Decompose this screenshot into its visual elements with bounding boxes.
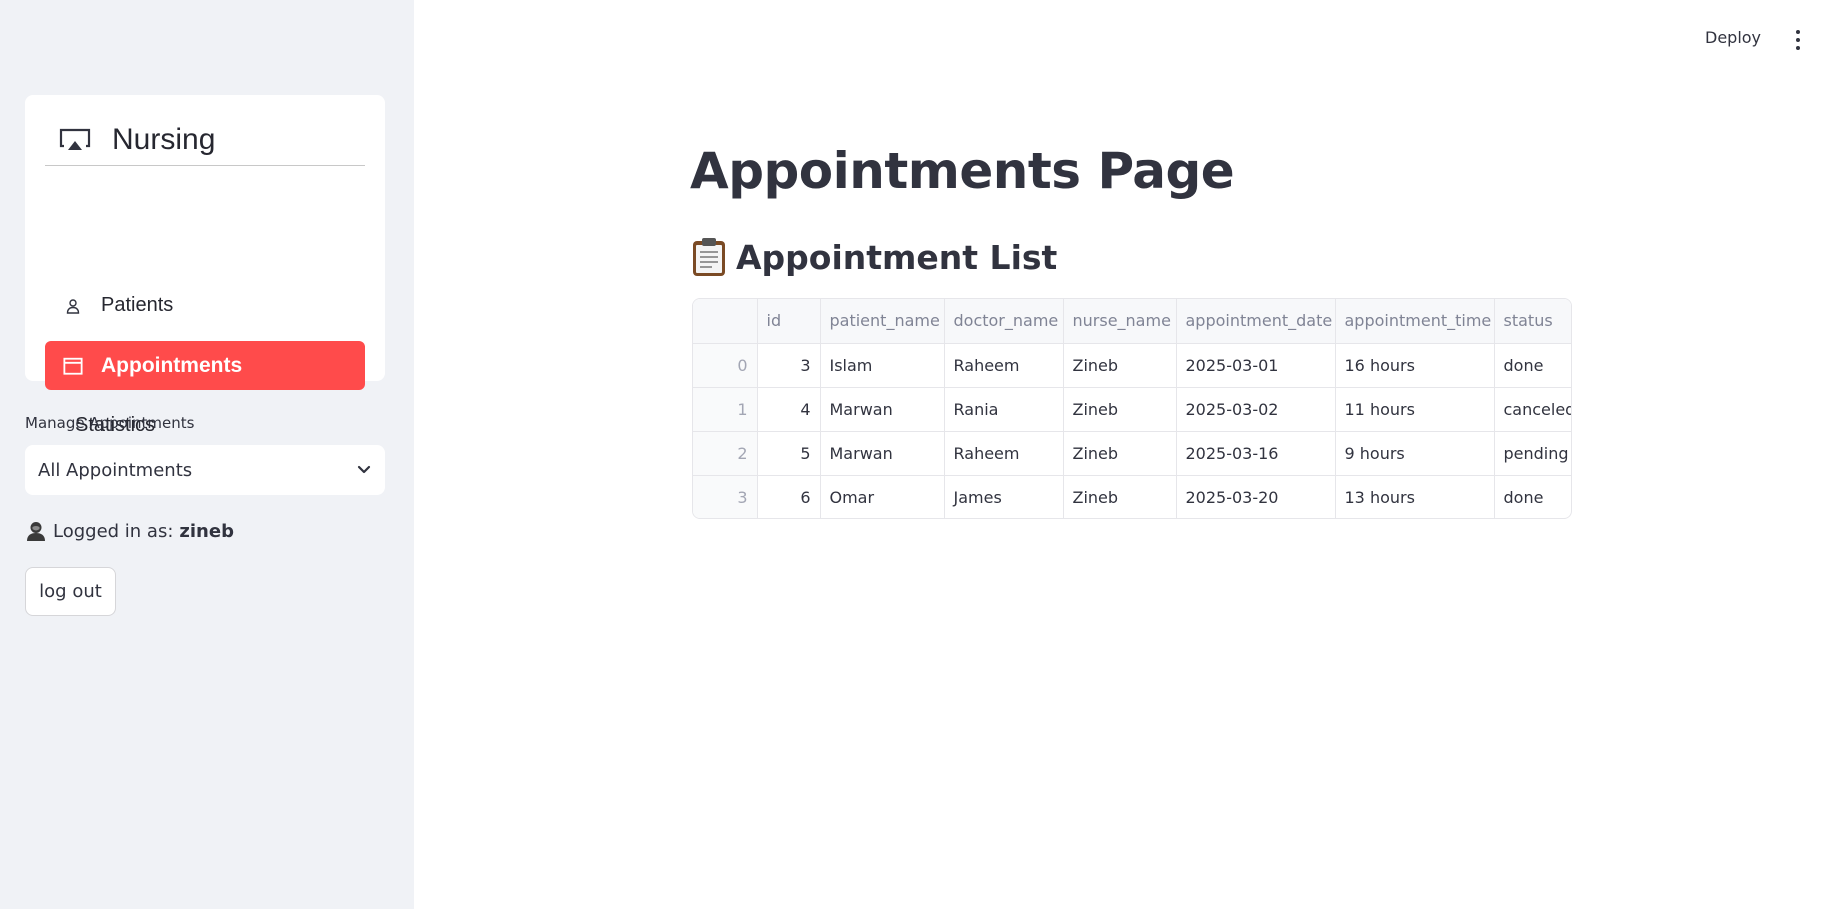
column-header-nurse-name[interactable]: nurse_name [1063,299,1177,344]
column-header-status[interactable]: status [1494,299,1571,344]
page-title: Appointments Page [690,142,1235,200]
cell-id[interactable]: 3 [757,343,821,388]
logged-in-prefix: Logged in as: [53,520,174,542]
deploy-button[interactable]: Deploy [1705,28,1761,47]
kebab-dot [1796,30,1800,34]
nav-item-appointments[interactable]: Appointments [45,341,365,390]
cell-patient-name[interactable]: Marwan [820,431,945,476]
row-index: 3 [693,475,758,518]
table-row: 0 3 Islam Raheem Zineb 2025-03-01 16 hou… [693,343,1571,388]
user-icon [27,522,45,541]
cell-doctor-name[interactable]: Raheem [944,431,1064,476]
column-header-doctor-name[interactable]: doctor_name [944,299,1064,344]
cell-appointment-date[interactable]: 2025-03-02 [1176,387,1336,432]
person-icon [63,296,83,316]
more-options-icon[interactable] [1790,30,1806,50]
cell-patient-name[interactable]: Omar [820,475,945,518]
cell-status[interactable]: pending [1494,431,1571,476]
cell-nurse-name[interactable]: Zineb [1063,475,1177,518]
data-table: id patient_name doctor_name nurse_name a… [693,299,1571,518]
cell-appointment-time[interactable]: 16 hours [1335,343,1495,388]
table-row: 1 4 Marwan Rania Zineb 2025-03-02 11 hou… [693,387,1571,432]
nav-item-patients[interactable]: Patients [45,281,365,330]
cell-patient-name[interactable]: Islam [820,343,945,388]
row-index: 2 [693,431,758,476]
calendar-icon [63,356,83,376]
table-row: 2 5 Marwan Raheem Zineb 2025-03-16 9 hou… [693,431,1571,476]
cell-appointment-time[interactable]: 9 hours [1335,431,1495,476]
appointments-table[interactable]: id patient_name doctor_name nurse_name a… [692,298,1572,519]
cell-patient-name[interactable]: Marwan [820,387,945,432]
menu-title: Nursing [112,123,216,156]
section-title: Appointment List [692,237,1057,277]
table-header-row: id patient_name doctor_name nurse_name a… [693,299,1571,344]
menu-header: Nursing [45,115,365,166]
appointments-filter-select[interactable]: All Appointments [25,445,385,495]
cell-appointment-date[interactable]: 2025-03-20 [1176,475,1336,518]
cell-id[interactable]: 4 [757,387,821,432]
row-index: 1 [693,387,758,432]
manage-appointments-label: Manage Appointments [25,414,195,432]
cell-status[interactable]: done [1494,475,1571,518]
table-row: 3 6 Omar James Zineb 2025-03-20 13 hours… [693,475,1571,518]
cell-appointment-time[interactable]: 11 hours [1335,387,1495,432]
cell-appointment-date[interactable]: 2025-03-16 [1176,431,1336,476]
cell-status[interactable]: done [1494,343,1571,388]
nav-menu: Nursing Patients Appointments Statistics [25,95,385,436]
cell-id[interactable]: 5 [757,431,821,476]
kebab-dot [1796,46,1800,50]
column-header-id[interactable]: id [757,299,821,344]
cell-appointment-time[interactable]: 13 hours [1335,475,1495,518]
cell-nurse-name[interactable]: Zineb [1063,431,1177,476]
select-value: All Appointments [38,459,193,481]
kebab-dot [1796,38,1800,42]
cell-nurse-name[interactable]: Zineb [1063,343,1177,388]
airplay-icon [59,128,91,150]
cell-doctor-name[interactable]: James [944,475,1064,518]
cell-doctor-name[interactable]: Rania [944,387,1064,432]
cell-status[interactable]: canceled [1494,387,1571,432]
logged-in-status: Logged in as: zineb [25,520,234,542]
cell-id[interactable]: 6 [757,475,821,518]
logout-button[interactable]: log out [25,567,116,616]
nav-item-label: Appointments [101,353,243,377]
sidebar: Nursing Patients Appointments Statistics [0,0,414,909]
cell-appointment-date[interactable]: 2025-03-01 [1176,343,1336,388]
nav-item-label: Patients [101,294,174,316]
cell-doctor-name[interactable]: Raheem [944,343,1064,388]
column-header-index [693,299,758,344]
clipboard-icon [693,238,725,276]
column-header-appointment-time[interactable]: appointment_time [1335,299,1495,344]
column-header-appointment-date[interactable]: appointment_date [1176,299,1336,344]
column-header-patient-name[interactable]: patient_name [820,299,945,344]
section-title-text: Appointment List [736,237,1058,277]
cell-nurse-name[interactable]: Zineb [1063,387,1177,432]
username: zineb [179,520,234,542]
row-index: 0 [693,343,758,388]
chevron-down-icon [357,465,371,474]
